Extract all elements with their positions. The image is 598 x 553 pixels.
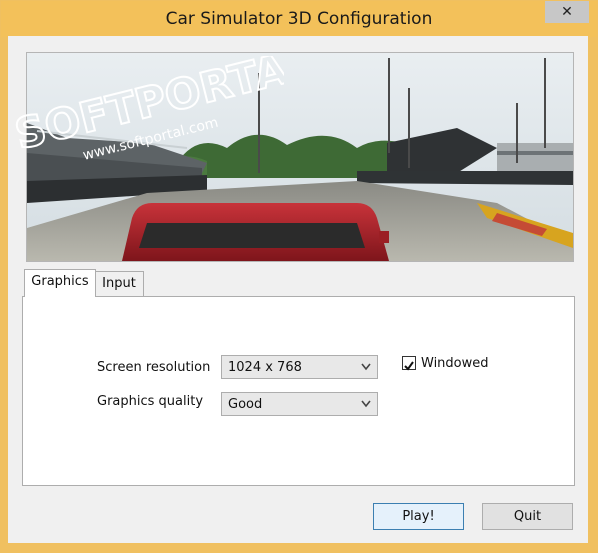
graphics-quality-select[interactable]: Good [221, 392, 378, 416]
tab-input[interactable]: Input [94, 271, 144, 297]
graphics-quality-value: Good [228, 397, 263, 412]
screen-resolution-label: Screen resolution [97, 360, 211, 375]
close-button[interactable]: ✕ [545, 1, 589, 23]
windowed-checkbox[interactable] [402, 356, 416, 371]
chevron-down-icon [361, 400, 371, 408]
windowed-label: Windowed [421, 356, 489, 371]
play-button[interactable]: Play! [373, 503, 464, 530]
close-icon: ✕ [561, 4, 573, 20]
title-bar[interactable]: Car Simulator 3D Configuration ✕ [1, 1, 597, 37]
window-title: Car Simulator 3D Configuration [165, 9, 433, 29]
checkmark-icon [404, 361, 414, 371]
softportal-watermark: SOFTPORTAL www.softportal.com [9, 56, 284, 164]
tab-graphics[interactable]: Graphics [24, 269, 96, 297]
graphics-quality-label: Graphics quality [97, 394, 204, 409]
screen-resolution-value: 1024 x 768 [228, 360, 302, 375]
graphics-tab-panel [22, 296, 575, 486]
chevron-down-icon [361, 363, 371, 371]
screen-resolution-select[interactable]: 1024 x 768 [221, 355, 378, 379]
quit-button[interactable]: Quit [482, 503, 573, 530]
